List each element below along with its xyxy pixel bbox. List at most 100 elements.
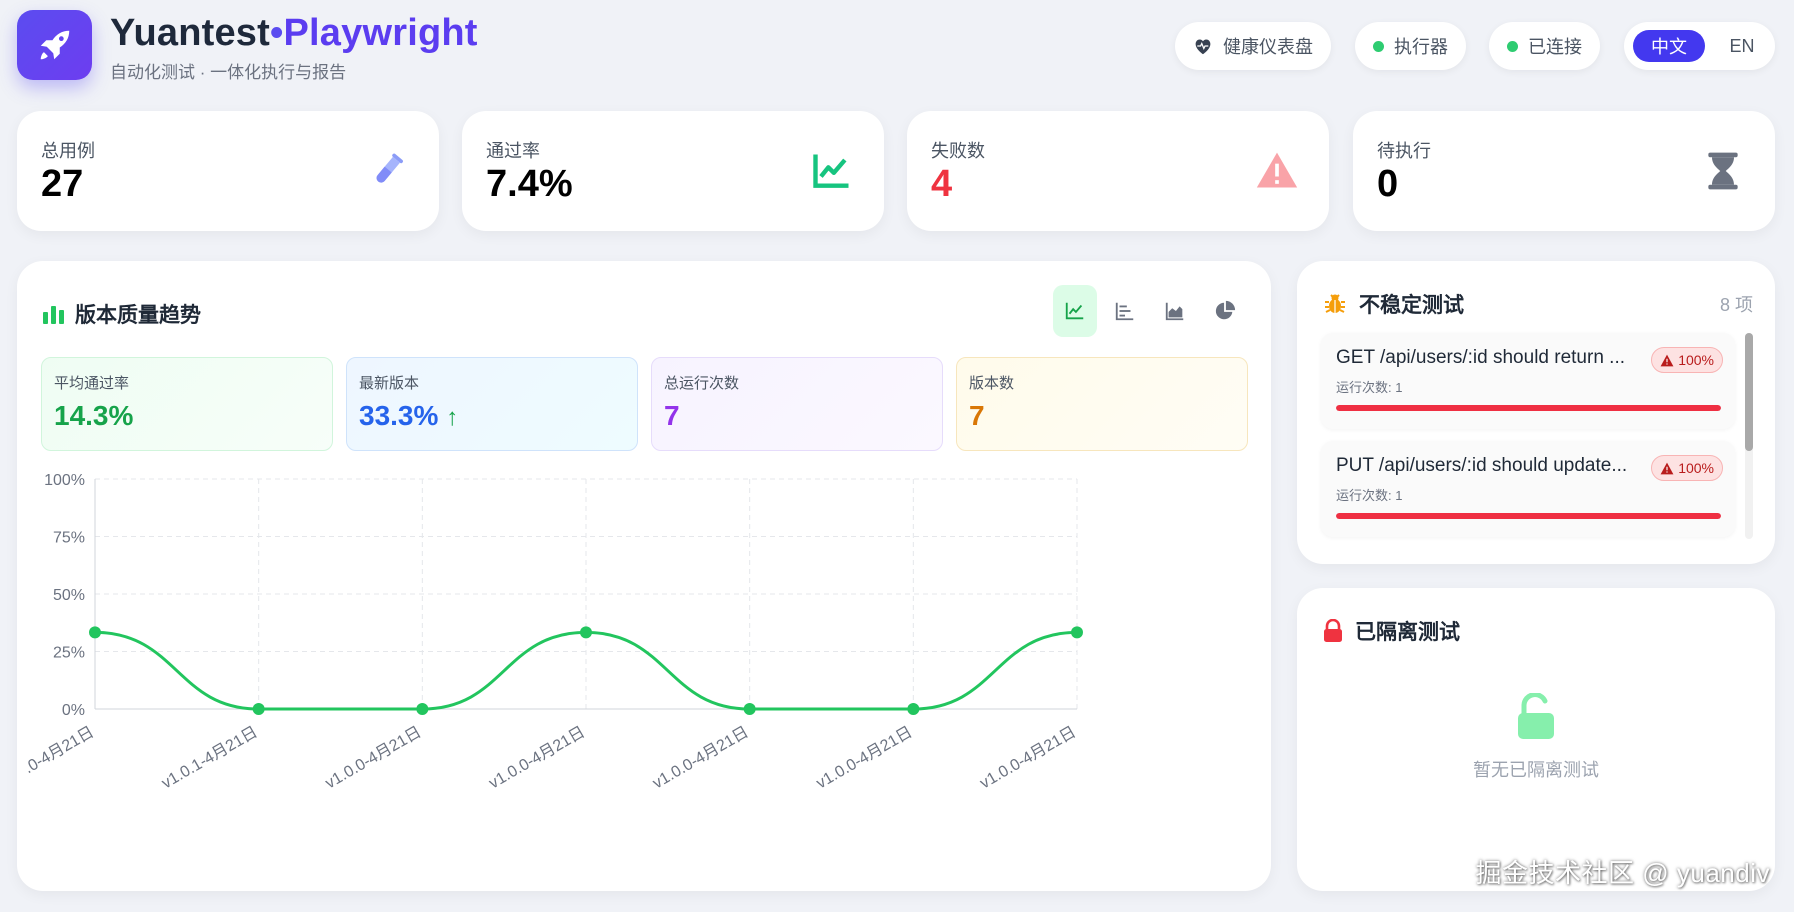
flaky-rate: 100%: [1678, 352, 1714, 368]
brand-name: Yuantest: [110, 12, 270, 54]
flaky-title-text: 不稳定测试: [1359, 294, 1464, 317]
area-chart-toggle[interactable]: [1153, 285, 1197, 337]
y-tick-label: 25%: [53, 645, 85, 662]
flaky-test-name: GET /api/users/:id should return ...: [1336, 347, 1626, 368]
summary-label: 总运行次数: [664, 375, 740, 392]
data-point: [252, 703, 265, 715]
bar-chart-toggle[interactable]: [1103, 285, 1147, 337]
data-point: [743, 703, 756, 715]
flaky-list-scrollbar[interactable]: [1745, 333, 1753, 539]
stat-value: 27: [41, 163, 84, 205]
bug-icon: [1325, 294, 1345, 313]
executor-status-dot: [1373, 40, 1384, 52]
language-switcher: 中文 EN: [1624, 22, 1775, 70]
version-quality-trend-card: 版本质量趋势 平均通过率 14.3% 最新版本 33.3% ↑ 总运行次数 7 …: [17, 261, 1271, 891]
summary-latest-version: 最新版本 33.3% ↑: [346, 357, 638, 451]
brand-subtitle: 自动化测试 · 一体化执行与报告: [110, 63, 347, 82]
connection-label: 已连接: [1528, 37, 1582, 57]
quarantine-empty-state: 暂无已隔离测试: [1297, 692, 1775, 782]
summary-value: 33.3%: [359, 400, 439, 431]
quarantine-title: 已隔离测试: [1323, 616, 1460, 646]
x-tick-label: .0-4月21日: [21, 724, 97, 777]
stat-card-failed: 失败数 4: [907, 111, 1329, 231]
flaky-test-name: PUT /api/users/:id should update...: [1336, 455, 1628, 476]
executor-status[interactable]: 执行器: [1355, 22, 1466, 70]
stat-value: 0: [1377, 163, 1399, 205]
brand-dot: •: [269, 12, 284, 54]
stat-label: 通过率: [486, 141, 540, 161]
data-point: [89, 626, 101, 639]
connection-status[interactable]: 已连接: [1489, 22, 1600, 70]
app-header: Yuantest•Playwright 自动化测试 · 一体化执行与报告 健康仪…: [17, 10, 1775, 82]
flaky-test-item[interactable]: PUT /api/users/:id should update... 运行次数…: [1321, 441, 1735, 537]
x-tick-label: v1.0.0-4月21日: [650, 724, 752, 793]
line-chart-icon: [813, 154, 849, 188]
brand-product: Playwright: [283, 12, 478, 54]
flaky-test-runs: 运行次数: 1: [1336, 488, 1403, 503]
flaky-rate-bar: [1336, 405, 1721, 411]
data-point: [907, 703, 920, 715]
stat-value: 7.4%: [486, 163, 573, 205]
data-point: [416, 703, 429, 715]
summary-label: 最新版本: [359, 375, 420, 392]
heart-pulse-icon: [1195, 39, 1211, 55]
flaky-title: 不稳定测试: [1323, 289, 1464, 319]
area-chart-icon: [1165, 302, 1184, 321]
summary-value: 7: [969, 400, 985, 431]
hourglass-icon: [1708, 152, 1738, 190]
y-tick-label: 50%: [53, 587, 85, 604]
stat-label: 失败数: [931, 141, 985, 161]
lang-zh-button[interactable]: 中文: [1633, 30, 1705, 62]
brand-title: Yuantest•Playwright: [110, 12, 478, 54]
flaky-rate-badge: 100%: [1651, 455, 1723, 481]
y-tick-label: 100%: [44, 472, 85, 489]
stat-card-pending: 待执行 0: [1353, 111, 1775, 231]
health-dashboard-button[interactable]: 健康仪表盘: [1175, 22, 1331, 70]
flaky-rate-bar-fill: [1336, 405, 1721, 411]
lang-en-button[interactable]: EN: [1719, 30, 1765, 62]
flaky-rate-badge: 100%: [1651, 347, 1723, 373]
stat-value: 4: [931, 163, 953, 205]
up-arrow-icon: ↑: [446, 404, 459, 431]
summary-label: 版本数: [969, 375, 1015, 392]
y-tick-label: 75%: [53, 530, 85, 547]
summary-version-count: 版本数 7: [956, 357, 1248, 451]
horizontal-bar-icon: [1115, 302, 1134, 321]
brand: Yuantest•Playwright 自动化测试 · 一体化执行与报告: [110, 12, 478, 83]
quarantine-empty-text: 暂无已隔离测试: [1473, 760, 1599, 780]
summary-value-wrap: 33.3% ↑: [359, 400, 458, 432]
stat-card-pass-rate: 通过率 7.4%: [462, 111, 884, 231]
flaky-rate-bar: [1336, 513, 1721, 519]
rocket-icon: [40, 30, 69, 60]
summary-total-runs: 总运行次数 7: [651, 357, 943, 451]
flaky-test-item[interactable]: GET /api/users/:id should return ... 运行次…: [1321, 333, 1735, 429]
scrollbar-thumb[interactable]: [1745, 333, 1753, 451]
x-tick-label: v1.0.0-4月21日: [814, 724, 916, 793]
line-chart-toggle[interactable]: [1053, 285, 1097, 337]
health-dashboard-label: 健康仪表盘: [1223, 37, 1313, 57]
quarantine-title-text: 已隔离测试: [1355, 621, 1460, 644]
flaky-rate-bar-fill: [1336, 513, 1721, 519]
x-tick-label: v1.0.0-4月21日: [977, 724, 1079, 793]
flaky-rate: 100%: [1678, 460, 1714, 476]
x-tick-label: v1.0.0-4月21日: [323, 724, 425, 793]
data-point: [1071, 626, 1083, 639]
y-tick-label: 0%: [62, 702, 85, 719]
flaky-tests-card: 不稳定测试 8 项 GET /api/users/:id should retu…: [1297, 261, 1775, 564]
lock-icon: [1324, 619, 1342, 642]
stat-card-total: 总用例 27: [17, 111, 439, 231]
summary-label: 平均通过率: [54, 375, 130, 392]
line-chart-icon: [1065, 302, 1084, 320]
summary-value: 7: [664, 400, 680, 431]
warning-icon: [1256, 152, 1298, 188]
pie-chart-icon: [1215, 300, 1236, 320]
watermark: 掘金技术社区 @ yuandiv: [1475, 858, 1770, 888]
pie-chart-toggle[interactable]: [1203, 285, 1247, 337]
app-logo[interactable]: [17, 10, 92, 80]
bar-chart-icon: [43, 306, 64, 324]
trend-title: 版本质量趋势: [43, 299, 201, 329]
flaky-test-runs: 运行次数: 1: [1336, 380, 1403, 395]
stat-label: 待执行: [1377, 141, 1431, 161]
stat-label: 总用例: [41, 141, 95, 161]
test-tube-icon: [376, 153, 403, 183]
